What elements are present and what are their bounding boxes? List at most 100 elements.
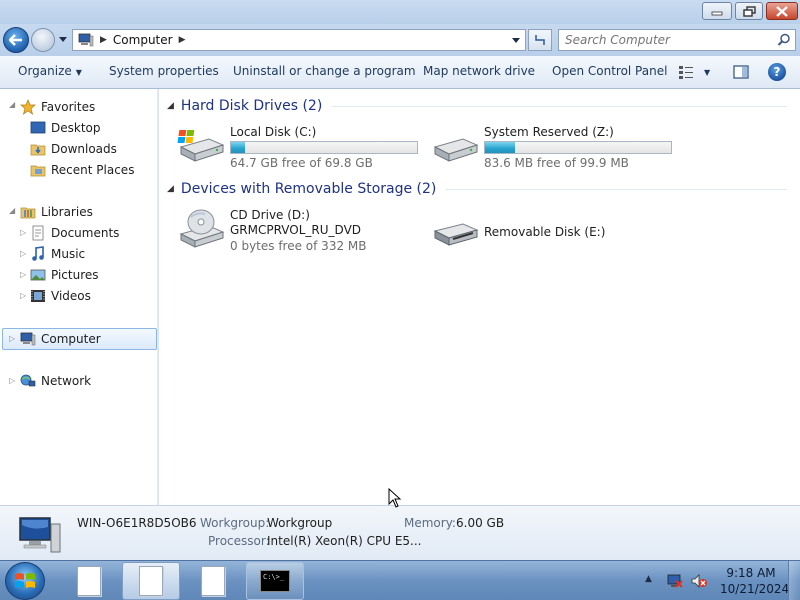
restore-button[interactable] [735, 2, 763, 20]
star-icon [20, 99, 36, 115]
drive-c[interactable]: Local Disk (C:) 64.7 GB free of 69.8 GB [177, 125, 422, 175]
system-properties-button[interactable]: System properties [109, 64, 219, 78]
show-desktop-button[interactable] [788, 561, 800, 600]
uninstall-program-button[interactable]: Uninstall or change a program [233, 64, 416, 78]
collapse-arrow-icon[interactable]: ◢ [9, 100, 15, 109]
clock-date: 10/21/2024 [720, 582, 790, 596]
change-view-button[interactable]: ▼ [678, 64, 716, 80]
search-box[interactable] [558, 29, 796, 51]
help-button[interactable]: ? [768, 63, 786, 81]
expand-arrow-icon[interactable]: ▷ [20, 249, 26, 258]
nav-videos[interactable]: Videos [30, 286, 91, 306]
drive-c-name: Local Disk (C:) [230, 125, 317, 139]
group-removable-storage[interactable]: ◢ Devices with Removable Storage (2) [167, 181, 787, 197]
expand-arrow-icon[interactable]: ▷ [20, 228, 26, 237]
start-button[interactable] [5, 562, 45, 600]
windows-drive-icon [177, 130, 225, 162]
processor-label: Processor: [208, 534, 270, 548]
chevron-down-icon: ▼ [75, 68, 82, 77]
collapse-arrow-icon[interactable]: ◢ [167, 101, 174, 111]
open-control-panel-button[interactable]: Open Control Panel [552, 64, 667, 78]
details-pane: WIN-O6E1R8D5OB6 Workgroup: Workgroup Mem… [0, 505, 800, 560]
close-button[interactable] [766, 2, 798, 20]
drive-z-usage-bar [484, 141, 672, 154]
nav-recent-places-label: Recent Places [51, 163, 135, 177]
drive-e[interactable]: Removable Disk (E:) [431, 215, 681, 265]
restore-icon [742, 5, 756, 17]
collapse-arrow-icon[interactable]: ◢ [9, 206, 15, 215]
computer-icon [20, 332, 36, 346]
group-divider [332, 105, 787, 107]
volume-muted-icon[interactable] [690, 572, 708, 590]
view-options-icon [679, 66, 693, 79]
taskbar-item-explorer[interactable] [122, 562, 180, 600]
forward-button[interactable] [31, 28, 55, 52]
preview-pane-icon[interactable] [733, 64, 749, 80]
refresh-button[interactable] [528, 29, 552, 51]
command-prompt-icon: C:\>_ [260, 570, 290, 592]
nav-music[interactable]: Music [30, 244, 85, 264]
nav-computer[interactable]: Computer [20, 329, 101, 349]
back-button[interactable] [3, 27, 29, 53]
address-bar[interactable]: ▶ Computer ▶ [72, 29, 526, 51]
drive-z-free-space: 83.6 MB free of 99.9 MB [484, 156, 629, 170]
hard-drive-icon [433, 138, 479, 162]
expand-arrow-icon[interactable]: ▷ [20, 291, 26, 300]
drive-d-volume-label: GRMCPRVOL_RU_DVD [230, 223, 362, 237]
organize-label: Organize [18, 64, 72, 78]
nav-desktop[interactable]: Desktop [30, 118, 101, 138]
nav-favorites[interactable]: Favorites [20, 97, 95, 117]
expand-arrow-icon[interactable]: ▷ [9, 334, 15, 343]
workgroup-label: Workgroup: [200, 516, 270, 530]
nav-computer-label: Computer [41, 332, 101, 346]
computer-icon [78, 33, 94, 47]
show-hidden-icons-button[interactable]: ▲ [645, 574, 652, 584]
organize-button[interactable]: Organize ▼ [18, 64, 82, 78]
drive-z-name: System Reserved (Z:) [484, 125, 614, 139]
memory-value: 6.00 GB [456, 516, 505, 530]
nav-recent-places[interactable]: Recent Places [30, 160, 134, 180]
desktop-icon [30, 121, 46, 134]
expand-arrow-icon[interactable]: ▷ [20, 270, 26, 279]
downloads-folder-icon [30, 144, 46, 156]
group-divider [446, 188, 787, 190]
back-arrow-icon [9, 34, 22, 46]
search-input[interactable] [559, 33, 759, 47]
drive-d[interactable]: CD Drive (D:) GRMCPRVOL_RU_DVD 0 bytes f… [177, 208, 422, 258]
recent-pages-dropdown[interactable] [58, 34, 68, 44]
breadcrumb-arrow-icon[interactable]: ▶ [100, 34, 107, 46]
nav-pictures[interactable]: Pictures [30, 265, 99, 285]
expand-arrow-icon[interactable]: ▷ [9, 376, 15, 385]
nav-libraries[interactable]: Libraries [20, 202, 93, 222]
drive-d-free-space: 0 bytes free of 332 MB [230, 239, 367, 253]
collapse-arrow-icon[interactable]: ◢ [167, 184, 174, 194]
drive-z[interactable]: System Reserved (Z:) 83.6 MB free of 99.… [431, 125, 681, 175]
taskbar-item-command-prompt[interactable]: C:\>_ [246, 562, 304, 600]
windows-logo-icon [15, 573, 35, 588]
chevron-down-icon [59, 36, 67, 42]
taskbar-item-document-1[interactable] [60, 562, 118, 600]
content-pane: ◢ Hard Disk Drives (2) Local Disk (C:) 6… [159, 89, 800, 505]
map-network-drive-button[interactable]: Map network drive [423, 64, 535, 78]
network-status-icon[interactable] [666, 572, 684, 590]
group-removable-storage-label: Devices with Removable Storage (2) [180, 181, 437, 197]
search-icon[interactable] [777, 33, 791, 47]
pictures-icon [30, 269, 46, 281]
window-title-bar[interactable] [0, 0, 800, 24]
address-history-dropdown-icon[interactable] [511, 35, 521, 45]
minimize-button[interactable] [702, 2, 732, 20]
breadcrumb-arrow-icon[interactable]: ▶ [179, 34, 186, 46]
nav-network-label: Network [41, 374, 92, 388]
taskbar-item-document-2[interactable] [184, 562, 242, 600]
nav-network[interactable]: Network [20, 371, 91, 391]
breadcrumb-computer[interactable]: Computer [113, 33, 173, 47]
minimize-icon [711, 11, 723, 16]
nav-downloads[interactable]: Downloads [30, 139, 117, 159]
libraries-icon [20, 207, 36, 219]
system-clock[interactable]: 9:18 AM 10/21/2024 [720, 565, 790, 597]
help-icon: ? [773, 65, 781, 79]
music-icon [32, 246, 44, 261]
group-hard-disk-drives[interactable]: ◢ Hard Disk Drives (2) [167, 98, 787, 114]
nav-documents[interactable]: Documents [30, 223, 119, 243]
refresh-icon [535, 35, 545, 45]
